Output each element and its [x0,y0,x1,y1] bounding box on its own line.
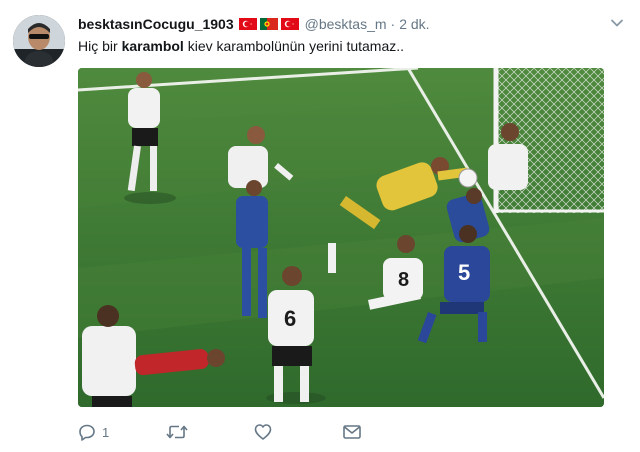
avatar[interactable] [13,15,65,67]
envelope-icon [342,423,362,441]
timestamp[interactable]: 2 dk. [399,16,429,32]
direct-message-button[interactable] [342,423,382,441]
tweet-header: besktasınCocugu_1903 @besktas_m · 2 dk. [78,14,430,34]
reply-button[interactable]: 1 [78,423,166,441]
tweet-text-start: Hiç bir [78,38,122,54]
separator-dot: · [390,16,396,32]
flag-emojis [238,18,299,30]
retweet-button[interactable] [166,423,254,441]
reply-icon [78,423,96,441]
display-name[interactable]: besktasınCocugu_1903 [78,16,234,32]
tweet-text-end: kiev karambolünün yerini tutamaz.. [183,38,405,54]
avatar-photo [13,15,65,67]
like-button[interactable] [254,423,342,441]
turkey-flag-icon [238,18,257,30]
shirt-number-5: 5 [458,260,470,285]
tweet-photo[interactable]: 8 5 6 [78,68,604,407]
tweet-text-bold: karambol [121,38,184,54]
reply-count: 1 [102,424,110,440]
heart-icon [254,423,272,441]
turkey-flag-icon [280,18,299,30]
chevron-down-icon[interactable] [610,16,624,30]
tweet-actions: 1 [78,420,382,444]
portugal-flag-icon [259,18,278,30]
shirt-number-6: 6 [284,306,296,331]
tweet-text: Hiç bir karambol kiev karambolünün yerin… [78,38,404,54]
tweet: besktasınCocugu_1903 @besktas_m · 2 dk. … [0,0,640,452]
football-photo: 8 5 6 [78,68,604,407]
retweet-icon [166,423,188,441]
user-handle[interactable]: @besktas_m [305,16,387,32]
shirt-number-8: 8 [398,269,409,291]
